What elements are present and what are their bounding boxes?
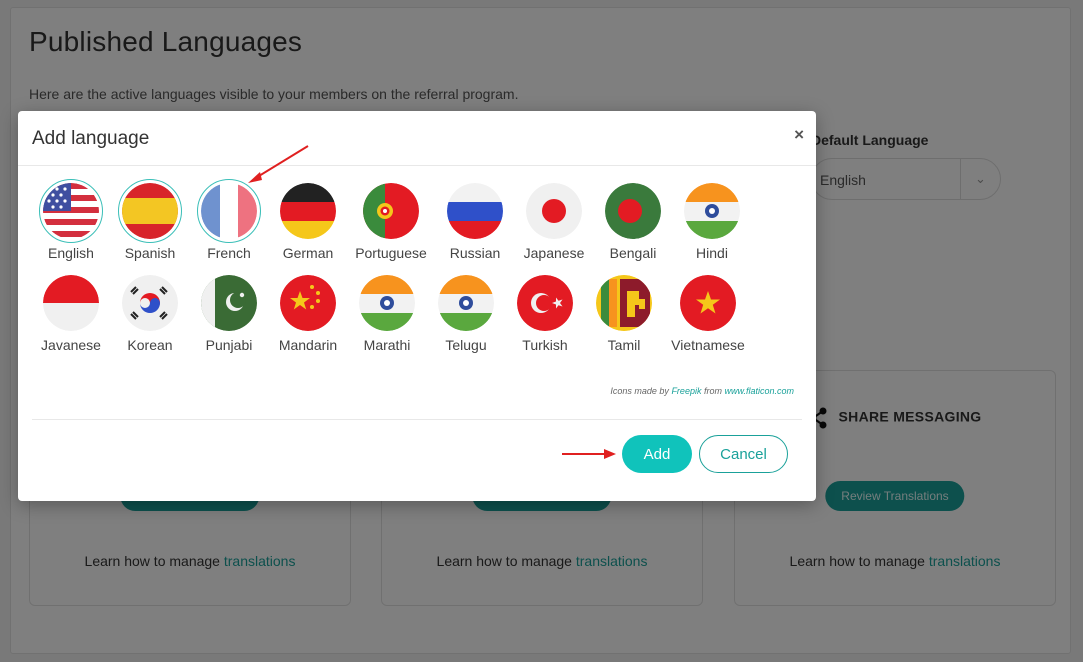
language-label: Javanese	[41, 337, 101, 353]
language-label: French	[207, 245, 251, 261]
language-label: Hindi	[696, 245, 728, 261]
credit-middle: from	[701, 386, 725, 396]
germany-flag-icon	[280, 183, 336, 239]
credit-prefix: Icons made by	[610, 386, 672, 396]
language-label: Tamil	[607, 337, 641, 353]
india-flag-icon	[684, 183, 740, 239]
selection-ring	[513, 271, 577, 335]
language-tamil[interactable]: Tamil	[584, 271, 664, 353]
add-button[interactable]: Add	[622, 435, 692, 473]
modal-header: Add language ×	[18, 111, 816, 166]
selection-ring	[434, 271, 498, 335]
china-flag-icon	[280, 275, 336, 331]
selection-ring	[118, 271, 182, 335]
cancel-button[interactable]: Cancel	[699, 435, 788, 473]
language-javanese[interactable]: Javanese	[31, 271, 111, 353]
language-mandarin[interactable]: Mandarin	[268, 271, 348, 353]
language-marathi[interactable]: Marathi	[347, 271, 427, 353]
language-label: Spanish	[124, 245, 176, 261]
language-label: Korean	[127, 337, 173, 353]
flaticon-link[interactable]: www.flaticon.com	[724, 386, 794, 396]
portugal-flag-icon	[363, 183, 419, 239]
turkey-flag-icon	[517, 275, 573, 331]
annotation-arrow-icon	[562, 449, 616, 459]
bangladesh-flag-icon	[605, 183, 661, 239]
language-punjabi[interactable]: Punjabi	[189, 271, 269, 353]
language-label: German	[282, 245, 334, 261]
selection-ring	[601, 179, 665, 243]
selection-ring	[276, 179, 340, 243]
pakistan-flag-icon	[201, 275, 257, 331]
language-label: Russian	[449, 245, 501, 261]
icon-credit: Icons made by Freepik from www.flaticon.…	[610, 386, 794, 396]
language-label: Telugu	[445, 337, 487, 353]
language-english[interactable]: English	[31, 179, 111, 261]
language-label: Portuguese	[355, 245, 427, 261]
freepik-link[interactable]: Freepik	[671, 386, 701, 396]
language-label: English	[48, 245, 94, 261]
france-flag-icon	[201, 183, 257, 239]
selection-ring	[680, 179, 744, 243]
language-telugu[interactable]: Telugu	[426, 271, 506, 353]
language-korean[interactable]: Korean	[110, 271, 190, 353]
selection-ring	[39, 271, 103, 335]
language-label: Punjabi	[205, 337, 253, 353]
selection-ring	[443, 179, 507, 243]
selection-ring	[39, 179, 103, 243]
language-turkish[interactable]: Turkish	[505, 271, 585, 353]
language-label: Marathi	[363, 337, 411, 353]
language-german[interactable]: German	[268, 179, 348, 261]
selection-ring	[592, 271, 656, 335]
language-portuguese[interactable]: Portuguese	[351, 179, 431, 261]
korea-flag-icon	[122, 275, 178, 331]
selection-ring	[197, 271, 261, 335]
selection-ring	[197, 179, 261, 243]
language-label: Japanese	[523, 245, 585, 261]
india-flag-icon	[359, 275, 415, 331]
us-flag-icon	[43, 183, 99, 239]
language-label: Mandarin	[278, 337, 338, 353]
language-japanese[interactable]: Japanese	[514, 179, 594, 261]
language-label: Vietnamese	[671, 337, 745, 353]
annotation-arrow-icon	[248, 145, 309, 183]
selection-ring	[522, 179, 586, 243]
modal-title: Add language	[32, 128, 150, 149]
add-language-modal: Add language × English Spanish French Ge…	[18, 111, 816, 501]
language-hindi[interactable]: Hindi	[672, 179, 752, 261]
india-flag-icon	[438, 275, 494, 331]
language-vietnamese[interactable]: Vietnamese	[668, 271, 748, 353]
vietnam-flag-icon	[680, 275, 736, 331]
language-spanish[interactable]: Spanish	[110, 179, 190, 261]
language-russian[interactable]: Russian	[435, 179, 515, 261]
language-label: Bengali	[609, 245, 657, 261]
selection-ring	[355, 271, 419, 335]
selection-ring	[276, 271, 340, 335]
sri-lanka-flag-icon	[596, 275, 652, 331]
close-icon[interactable]: ×	[794, 125, 804, 145]
modal-divider	[32, 419, 802, 420]
japan-flag-icon	[526, 183, 582, 239]
selection-ring	[118, 179, 182, 243]
language-bengali[interactable]: Bengali	[593, 179, 673, 261]
russia-flag-icon	[447, 183, 503, 239]
language-label: Turkish	[522, 337, 568, 353]
indonesia-flag-icon	[43, 275, 99, 331]
selection-ring	[359, 179, 423, 243]
language-french[interactable]: French	[189, 179, 269, 261]
spain-flag-icon	[122, 183, 178, 239]
selection-ring	[676, 271, 740, 335]
